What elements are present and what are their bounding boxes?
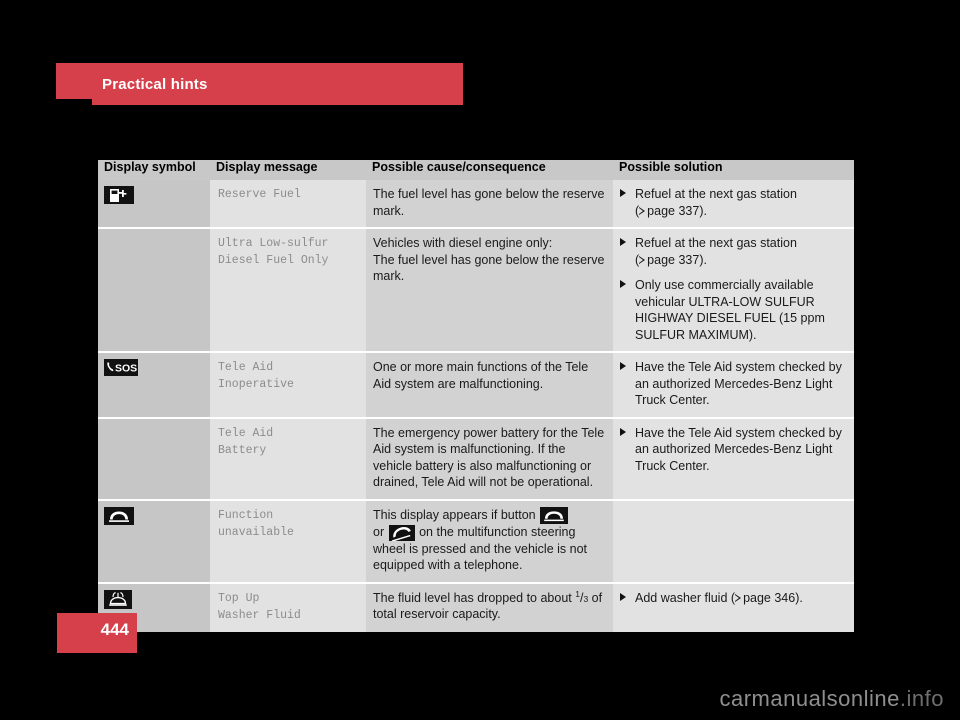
list-item: Have the Tele Aid system checked by an a… xyxy=(613,359,848,409)
table-header-row: Display symbol Display message Possible … xyxy=(98,160,854,180)
fraction-one-third: 1/3 xyxy=(575,589,589,604)
table-row: Tele Aid Battery The emergency power bat… xyxy=(98,418,854,499)
cell-possible-solution: Refuel at the next gas station (page 337… xyxy=(613,180,854,227)
cell-display-symbol xyxy=(98,500,210,582)
fraction-denominator: 3 xyxy=(583,593,589,604)
phone-hangup-icon xyxy=(104,506,134,525)
page-ref-suffix: ). xyxy=(699,203,707,218)
list-item: Have the Tele Aid system checked by an a… xyxy=(613,425,848,475)
cell-display-message: Function unavailable xyxy=(210,500,366,582)
page-ref-text: page 337 xyxy=(647,203,700,218)
bullet-triangle-icon xyxy=(620,189,626,197)
cell-display-symbol: SOS xyxy=(98,353,210,417)
possible-cause-text: The fluid level has dropped to about 1/3… xyxy=(366,584,613,631)
cell-possible-cause: This display appears if button or on the… xyxy=(366,500,613,582)
column-header-display-message: Display message xyxy=(210,160,366,180)
page-ref-triangle-icon xyxy=(735,593,742,603)
solution-list: Add washer fluid (page 346). xyxy=(613,590,848,607)
page-title: Practical hints xyxy=(102,76,208,93)
solution-text: Only use commercially available vehicula… xyxy=(635,278,825,342)
display-message-text: Reserve Fuel xyxy=(218,188,301,201)
display-message-text: Tele Aid Battery xyxy=(218,426,274,457)
bullet-triangle-icon xyxy=(620,362,626,370)
solution-list: Refuel at the next gas station (page 337… xyxy=(613,186,848,219)
table-row: Function unavailable This display appear… xyxy=(98,500,854,582)
watermark-suffix: .info xyxy=(899,686,944,711)
cell-display-message: Top Up Washer Fluid xyxy=(210,583,366,632)
bullet-triangle-icon xyxy=(620,592,626,601)
cell-possible-solution: Have the Tele Aid system checked by an a… xyxy=(613,353,854,417)
cell-display-message: Tele Aid Inoperative xyxy=(210,353,366,417)
solution-text: Refuel at the next gas station xyxy=(635,236,797,250)
cell-possible-cause: The fuel level has gone below the reserv… xyxy=(366,180,613,227)
solution-list: Refuel at the next gas station (page 337… xyxy=(613,235,848,343)
header-notch xyxy=(56,99,92,105)
page-ref-text: page 346 xyxy=(743,590,796,605)
cell-display-symbol xyxy=(98,229,210,351)
possible-cause-text: The fuel level has gone below the reserv… xyxy=(373,187,605,218)
display-message-text: Ultra Low-sulfur Diesel Fuel Only xyxy=(218,237,329,267)
bullet-triangle-icon xyxy=(620,238,626,246)
cell-possible-solution: Add washer fluid (page 346). xyxy=(613,583,854,632)
column-header-possible-solution: Possible solution xyxy=(613,160,854,180)
display-message-text: Top Up Washer Fluid xyxy=(218,591,301,622)
possible-cause-text: This display appears if button or on the… xyxy=(366,501,613,582)
list-item: Only use commercially available vehicula… xyxy=(613,277,848,343)
solution-text: Have the Tele Aid system checked by an a… xyxy=(635,425,842,473)
display-message-text: Function unavailable xyxy=(218,508,294,539)
sos-phone-icon: SOS xyxy=(104,359,138,377)
cell-possible-cause: The fluid level has dropped to about 1/3… xyxy=(366,583,613,632)
list-item: Add washer fluid (page 346). xyxy=(613,590,848,607)
phone-hangup-icon xyxy=(540,506,569,524)
solution-list: Have the Tele Aid system checked by an a… xyxy=(613,359,848,409)
solution-text: Add washer fluid xyxy=(635,590,728,605)
watermark: carmanualsonline.info xyxy=(0,686,960,712)
cell-possible-solution: Refuel at the next gas station (page 337… xyxy=(613,229,854,351)
list-item: Refuel at the next gas station (page 337… xyxy=(613,235,848,268)
page-number: 444 xyxy=(100,620,129,639)
bullet-triangle-icon xyxy=(620,280,626,288)
table-row: Reserve Fuel The fuel level has gone bel… xyxy=(98,180,854,227)
possible-cause-text: One or more main functions of the Tele A… xyxy=(373,360,589,391)
cell-display-symbol xyxy=(98,180,210,227)
cell-display-message: Tele Aid Battery xyxy=(210,418,366,499)
page-ref-triangle-icon xyxy=(639,255,646,265)
cause-text-part2: or xyxy=(373,524,385,539)
phone-pickup-icon xyxy=(388,524,415,542)
bullet-triangle-icon xyxy=(620,427,626,436)
cause-text-part1: The fluid level has dropped to about xyxy=(373,590,572,605)
table-row: SOS Tele Aid Inoperative One or more mai… xyxy=(98,353,854,417)
fuel-pump-icon xyxy=(104,186,134,204)
page-ref-triangle-icon xyxy=(639,206,646,216)
table-row: Ultra Low-sulfur Diesel Fuel Only Vehicl… xyxy=(98,229,854,351)
list-item: Refuel at the next gas station (page 337… xyxy=(613,186,848,219)
cell-possible-solution: Have the Tele Aid system checked by an a… xyxy=(613,418,854,499)
solution-text: Refuel at the next gas station xyxy=(635,187,797,201)
cell-display-message: Ultra Low-sulfur Diesel Fuel Only xyxy=(210,229,366,351)
cell-possible-cause: Vehicles with diesel engine only: The fu… xyxy=(366,229,613,351)
page-ref-suffix: ). xyxy=(795,590,803,605)
possible-cause-text: Vehicles with diesel engine only: The fu… xyxy=(373,236,605,283)
cell-display-message: Reserve Fuel xyxy=(210,180,366,227)
cell-possible-cause: One or more main functions of the Tele A… xyxy=(366,353,613,417)
cause-text-part1: This display appears if button xyxy=(373,507,536,522)
display-message-text: Tele Aid Inoperative xyxy=(218,361,294,391)
svg-text:SOS: SOS xyxy=(115,363,137,375)
column-header-possible-cause: Possible cause/consequence xyxy=(366,160,613,180)
table-row: Top Up Washer Fluid The fluid level has … xyxy=(98,583,854,632)
page-ref-text: page 337 xyxy=(647,252,700,267)
cell-display-symbol xyxy=(98,418,210,499)
watermark-main: carmanualsonline xyxy=(719,686,900,711)
washer-fluid-icon xyxy=(104,589,132,609)
cell-possible-solution xyxy=(613,500,854,582)
solution-list: Have the Tele Aid system checked by an a… xyxy=(613,425,848,475)
cell-possible-cause: The emergency power battery for the Tele… xyxy=(366,418,613,499)
solution-text: Have the Tele Aid system checked by an a… xyxy=(635,360,842,407)
page-ref-suffix: ). xyxy=(699,252,707,267)
display-messages-table: Display symbol Display message Possible … xyxy=(98,160,854,632)
possible-cause-text: The emergency power battery for the Tele… xyxy=(373,425,605,490)
column-header-display-symbol: Display symbol xyxy=(98,160,210,180)
